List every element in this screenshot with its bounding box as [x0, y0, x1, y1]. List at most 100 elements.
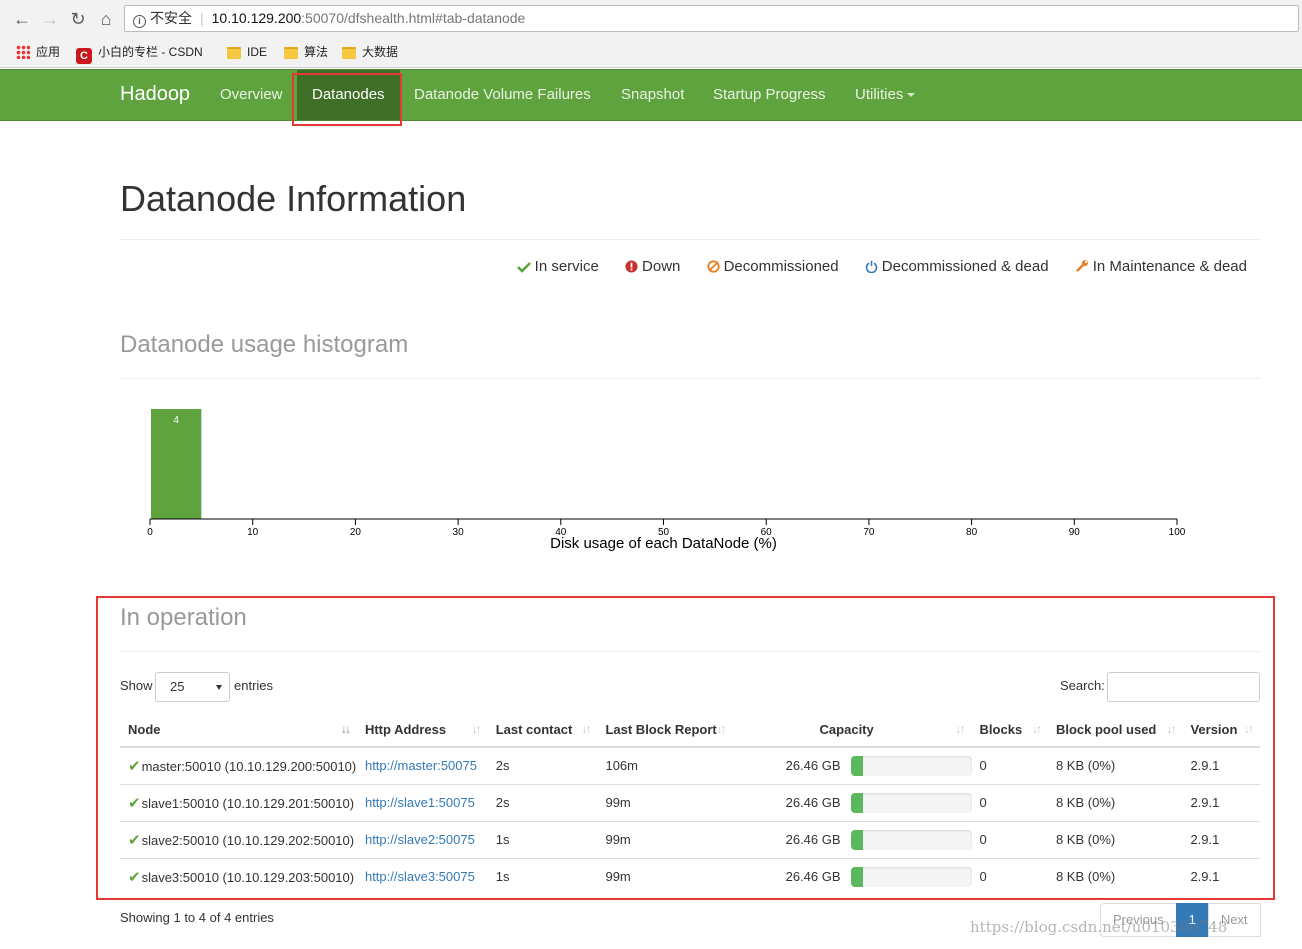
cell-last-block-report: 99m	[597, 857, 733, 895]
chevron-down-icon	[216, 685, 222, 690]
check-icon: ✔	[128, 794, 141, 812]
col-http-address[interactable]: Http Address ↓↑	[356, 712, 488, 748]
cell-capacity: 26.46 GB	[732, 746, 972, 784]
cell-http: http://slave3:50075	[356, 857, 488, 895]
cell-last-block-report: 106m	[597, 746, 733, 784]
home-icon[interactable]: ⌂	[95, 8, 117, 30]
col-node[interactable]: Node ↓↓	[120, 712, 357, 748]
capacity-bar	[850, 866, 972, 887]
back-icon[interactable]: ←	[11, 8, 33, 30]
cell-version: 2.9.1	[1182, 820, 1260, 858]
search-label: Search:	[1060, 678, 1105, 693]
col-version[interactable]: Version ↓↑	[1182, 712, 1260, 748]
reload-icon[interactable]: ↻	[67, 8, 89, 30]
cell-capacity: 26.46 GB	[732, 783, 972, 821]
col-last-block-report[interactable]: Last Block Report ↓↑	[597, 712, 733, 748]
nav-volume-failures[interactable]: Datanode Volume Failures	[399, 70, 606, 120]
cell-blocks: 0	[971, 857, 1048, 895]
x-tick-label: 30	[453, 527, 465, 538]
x-tick-label: 100	[1169, 527, 1186, 538]
x-tick-label: 10	[247, 527, 259, 538]
bookmark-apps[interactable]: 应用	[16, 43, 60, 61]
status-legend: In service Down Decommissioned Decommiss…	[495, 258, 1247, 275]
brand-logo[interactable]: Hadoop	[120, 83, 190, 106]
security-label[interactable]: 不安全	[150, 10, 192, 26]
x-tick-label: 70	[863, 527, 875, 538]
cell-last-block-report: 99m	[597, 820, 733, 858]
sort-icon: ↓↑	[1244, 722, 1254, 736]
ban-icon	[706, 260, 720, 273]
table-row: ✔master:50010 (10.10.129.200:50010) http…	[120, 746, 1260, 784]
bookmark-bigdata[interactable]: 大数据	[342, 43, 398, 61]
cell-capacity: 26.46 GB	[732, 857, 972, 895]
divider	[120, 239, 1260, 240]
hadoop-navbar: Hadoop Overview Datanodes Datanode Volum…	[0, 69, 1302, 121]
nav-overview[interactable]: Overview	[205, 70, 298, 120]
sort-icon: ↓↑	[1031, 722, 1042, 736]
cell-blocks: 0	[971, 746, 1048, 784]
cell-last-contact: 2s	[487, 746, 598, 784]
cell-blocks: 0	[971, 783, 1048, 821]
http-link[interactable]: http://slave2:50075	[365, 832, 475, 847]
nav-datanodes[interactable]: Datanodes	[297, 70, 400, 120]
nav-utilities[interactable]: Utilities	[840, 70, 930, 120]
bookmark-ide[interactable]: IDE	[227, 43, 267, 61]
sort-icon: ↓↑	[471, 722, 482, 736]
sort-icon: ↓↑	[955, 722, 966, 736]
bookmark-csdn[interactable]: C 小白的专栏 - CSDN	[76, 43, 203, 64]
cell-node: ✔slave3:50010 (10.10.129.203:50010)	[120, 857, 357, 895]
table-row: ✔slave3:50010 (10.10.129.203:50010) http…	[120, 857, 1260, 895]
watermark: https://blog.csdn.net/u010366748	[970, 918, 1228, 936]
legend-decommissioned-dead: Decommissioned & dead	[865, 258, 1049, 275]
forward-icon[interactable]: →	[39, 8, 61, 30]
browser-toolbar: ← → ↻ ⌂ i 不安全 | 10.10.129.200:50070/dfsheal…	[0, 0, 1302, 68]
exclamation-circle-icon	[625, 260, 638, 273]
histogram-title: Datanode usage histogram	[120, 331, 409, 358]
col-blocks[interactable]: Blocks ↓↑	[971, 712, 1048, 748]
cell-node: ✔slave1:50010 (10.10.129.201:50010)	[120, 783, 357, 821]
show-label: Show	[120, 678, 153, 693]
col-last-contact[interactable]: Last contact ↓↑	[487, 712, 598, 748]
cell-block-pool-used: 8 KB (0%)	[1047, 820, 1183, 858]
cell-node: ✔master:50010 (10.10.129.200:50010)	[120, 746, 357, 784]
cell-http: http://master:50075	[356, 746, 488, 784]
divider	[120, 378, 1260, 379]
col-block-pool-used[interactable]: Block pool used ↓↑	[1047, 712, 1183, 748]
address-bar[interactable]: i 不安全 | 10.10.129.200:50070/dfshealth.html#…	[124, 5, 1299, 32]
col-capacity[interactable]: Capacity ↓↑	[732, 712, 972, 748]
csdn-icon: C	[76, 48, 92, 64]
search-input[interactable]	[1107, 672, 1260, 702]
page-size-select[interactable]: 25	[155, 672, 230, 702]
cell-http: http://slave2:50075	[356, 820, 488, 858]
legend-maintenance-dead: In Maintenance & dead	[1075, 258, 1247, 275]
http-link[interactable]: http://slave1:50075	[365, 795, 475, 810]
nav-snapshot[interactable]: Snapshot	[606, 70, 699, 120]
cell-http: http://slave1:50075	[356, 783, 488, 821]
cell-block-pool-used: 8 KB (0%)	[1047, 746, 1183, 784]
check-icon: ✔	[128, 757, 141, 775]
check-icon: ✔	[128, 868, 141, 886]
bookmark-algorithm[interactable]: 算法	[284, 43, 328, 61]
check-icon: ✔	[128, 831, 141, 849]
bookmarks-bar: 应用 C 小白的专栏 - CSDN IDE 算法 大数据	[0, 38, 1302, 66]
chevron-down-icon	[907, 93, 916, 97]
usage-histogram: 40 10 20 30 40 50 60 70 80 90 100Disk usage of eac…	[147, 409, 1186, 552]
divider	[120, 651, 1260, 652]
x-tick-label: 80	[966, 527, 978, 538]
table-row: ✔slave1:50010 (10.10.129.201:50010) http…	[120, 783, 1260, 821]
cell-version: 2.9.1	[1182, 746, 1260, 784]
entries-label: entries	[234, 678, 274, 693]
info-icon[interactable]: i	[133, 15, 146, 28]
sort-desc-icon: ↓↓	[340, 722, 351, 736]
x-tick-label: 0	[147, 527, 153, 538]
nav-startup-progress[interactable]: Startup Progress	[698, 70, 841, 120]
cell-last-contact: 1s	[487, 820, 598, 858]
table-row: ✔slave2:50010 (10.10.129.202:50010) http…	[120, 820, 1260, 858]
url-path: :50070/dfshealth.html#tab-datanode	[301, 10, 526, 26]
cell-blocks: 0	[971, 820, 1048, 858]
http-link[interactable]: http://slave3:50075	[365, 869, 475, 884]
folder-icon	[284, 47, 298, 59]
folder-icon	[227, 47, 241, 59]
operation-title: In operation	[120, 604, 247, 631]
http-link[interactable]: http://master:50075	[365, 758, 477, 773]
